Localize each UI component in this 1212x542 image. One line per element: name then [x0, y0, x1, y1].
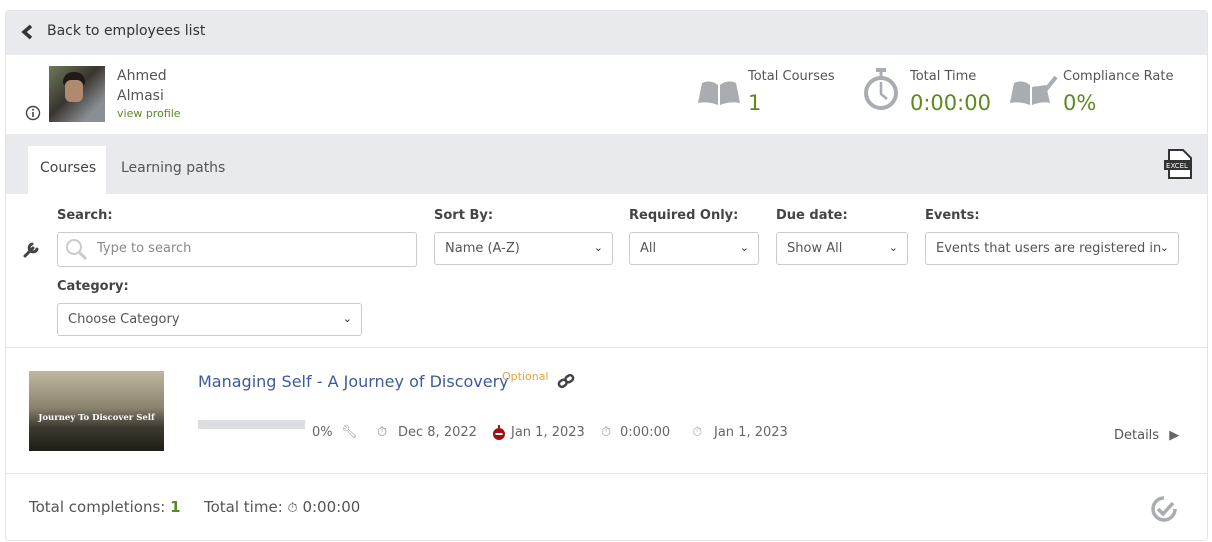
required-value: All — [640, 241, 657, 256]
last-name: Almasi — [117, 88, 164, 104]
divider — [6, 473, 1207, 474]
due-label: Due date: — [776, 208, 848, 223]
wrench-icon: 🔧︎ — [341, 425, 358, 440]
progress-bar — [198, 420, 305, 429]
completions-label: Total completions: — [29, 498, 166, 516]
total-time: Total time: ⏱︎ 0:00:00 — [204, 498, 360, 516]
divider — [6, 347, 1207, 348]
stopwatch-icon: ⏱︎ — [287, 501, 298, 516]
course-thumbnail[interactable]: Journey To Discover Self — [29, 371, 164, 451]
back-bar[interactable]: Back to employees list — [6, 11, 1207, 55]
due-date: Jan 1, 2023 — [511, 425, 585, 440]
tab-learning-paths[interactable]: Learning paths — [109, 146, 237, 194]
chevron-down-icon: ⌄ — [1159, 241, 1169, 254]
category-select[interactable]: Choose Category ⌄ — [57, 303, 362, 336]
due-select[interactable]: Show All ⌄ — [776, 232, 908, 265]
course-title-link[interactable]: Managing Self - A Journey of Discovery — [198, 372, 509, 391]
sort-label: Sort By: — [434, 208, 494, 223]
course-time: 0:00:00 — [620, 425, 671, 440]
sort-value: Name (A-Z) — [445, 241, 520, 256]
chevron-down-icon: ⌄ — [593, 241, 603, 254]
completed-stopwatch-icon: ⏱︎ — [692, 425, 703, 440]
category-label: Category: — [57, 279, 129, 294]
start-stopwatch-icon: ⏱︎ — [377, 425, 388, 440]
book-check-icon — [1010, 75, 1058, 105]
avatar[interactable] — [49, 66, 105, 122]
chevron-down-icon: ⌄ — [342, 312, 352, 325]
details-button[interactable]: Details ▶ — [1114, 428, 1179, 443]
stat-label-time: Total Time — [910, 69, 977, 84]
first-name: Ahmed — [117, 68, 167, 84]
wrench-icon[interactable] — [22, 239, 42, 259]
employee-detail-panel: Back to employees list Ahmed Almasi view… — [5, 10, 1208, 541]
time-stopwatch-icon: ⏱︎ — [601, 425, 612, 440]
events-value: Events that users are registered in — [936, 241, 1162, 256]
completions-value: 1 — [170, 498, 181, 516]
search-placeholder: Type to search — [97, 241, 192, 256]
chevron-down-icon: ⌄ — [739, 241, 749, 254]
search-label: Search: — [57, 208, 113, 223]
time-label: Total time: — [204, 498, 283, 516]
total-completions: Total completions: 1 — [29, 498, 181, 516]
stat-label-courses: Total Courses — [748, 69, 835, 84]
due-date-icon — [493, 425, 505, 440]
start-date: Dec 8, 2022 — [398, 425, 477, 440]
link-icon[interactable] — [557, 373, 575, 389]
progress-label: 0% — [312, 425, 333, 440]
chevron-left-icon — [21, 24, 33, 40]
category-value: Choose Category — [68, 312, 180, 327]
required-select[interactable]: All ⌄ — [629, 232, 759, 265]
sort-select[interactable]: Name (A-Z) ⌄ — [434, 232, 613, 265]
tabs-bar: Courses Learning paths EXCEL — [6, 134, 1207, 194]
info-icon[interactable] — [25, 105, 41, 121]
excel-file-icon: EXCEL — [1164, 149, 1192, 179]
open-book-icon — [698, 81, 740, 105]
events-select[interactable]: Events that users are registered in ⌄ — [925, 232, 1179, 265]
thumbnail-text: Journey To Discover Self — [38, 413, 155, 423]
stopwatch-icon — [864, 68, 898, 110]
events-label: Events: — [925, 208, 980, 223]
chevron-down-icon: ⌄ — [888, 241, 898, 254]
back-link[interactable]: Back to employees list — [47, 23, 205, 39]
excel-label: EXCEL — [1166, 162, 1188, 170]
stat-value-time: 0:00:00 — [910, 91, 991, 115]
required-label: Required Only: — [629, 208, 739, 223]
view-profile-link[interactable]: view profile — [117, 107, 181, 120]
due-value: Show All — [787, 241, 843, 256]
stat-value-courses: 1 — [748, 91, 762, 115]
stat-label-compliance: Compliance Rate — [1063, 69, 1174, 84]
details-label: Details — [1114, 428, 1160, 443]
time-value: 0:00:00 — [302, 498, 361, 516]
excel-export-button[interactable]: EXCEL — [1163, 148, 1195, 180]
stat-value-compliance: 0% — [1063, 91, 1097, 115]
search-icon — [66, 239, 88, 261]
optional-badge: Optional — [502, 370, 549, 383]
caret-right-icon: ▶ — [1169, 428, 1180, 443]
refresh-check-icon[interactable] — [1150, 495, 1178, 523]
tab-courses[interactable]: Courses — [28, 146, 106, 194]
employee-name: Ahmed Almasi — [117, 66, 167, 106]
search-input[interactable]: Type to search — [57, 232, 417, 267]
completed-date: Jan 1, 2023 — [714, 425, 788, 440]
